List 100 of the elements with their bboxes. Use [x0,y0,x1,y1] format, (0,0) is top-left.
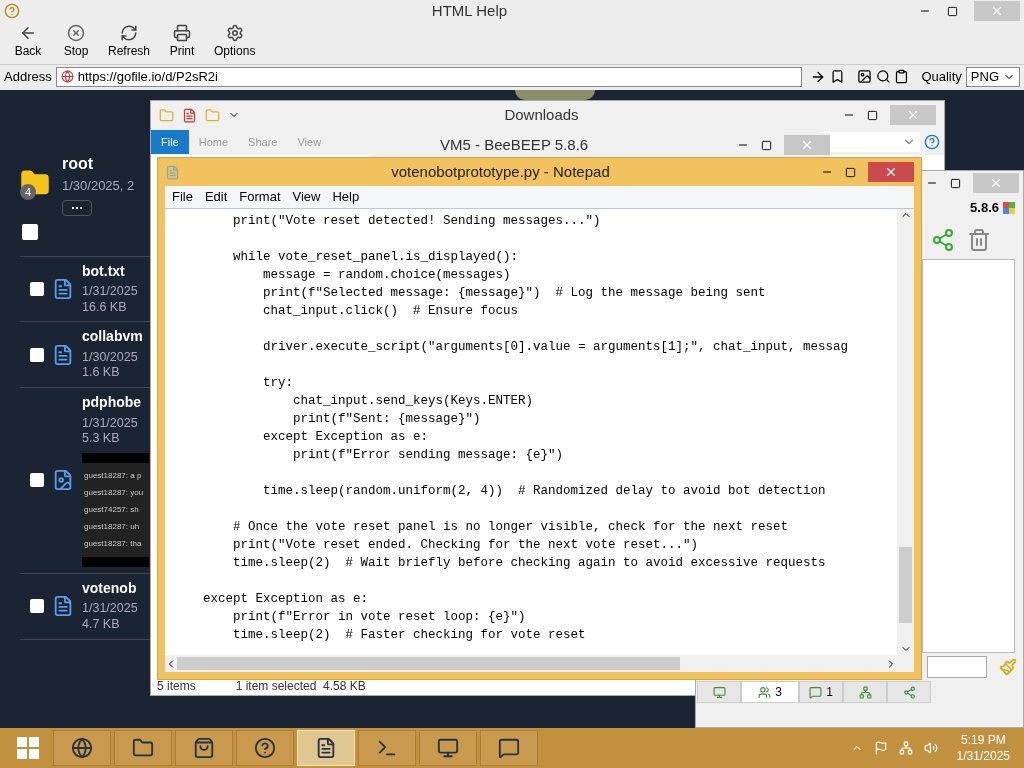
horizontal-scrollbar[interactable] [165,655,914,672]
preview-text: guest18287: tha [84,538,143,549]
monitor-icon[interactable] [712,685,726,699]
monitor-icon[interactable] [437,737,459,759]
checkbox[interactable] [30,473,44,488]
gear-icon[interactable] [225,24,244,42]
checkbox[interactable] [22,223,38,240]
checkbox[interactable] [30,347,44,362]
toolbar-button[interactable]: Back [8,24,48,60]
menu-item[interactable]: View [287,187,326,207]
folder-icon [159,107,174,123]
scroll-thumb[interactable] [177,657,680,670]
taskbar-button[interactable] [236,730,294,766]
window-title: VM5 - BeeBEEP 5.8.6 [440,135,589,153]
address-label: Address [4,67,52,86]
bookmark-icon[interactable] [829,69,845,84]
printer-icon[interactable] [173,24,192,42]
file-date: 1/30/2025 [82,349,139,366]
maximize-icon[interactable] [845,166,856,178]
network-icon[interactable] [898,741,913,755]
chat-icon[interactable] [498,737,520,759]
image-file-icon [52,469,74,492]
shopping-bag-icon[interactable] [193,737,215,759]
close-button[interactable] [868,162,914,182]
menu-item[interactable]: File [167,187,198,207]
quality-select[interactable]: PNG [965,66,1020,87]
toolbar-button[interactable]: Stop [56,24,96,60]
window-title: HTML Help [431,1,508,19]
checkbox[interactable] [30,599,44,614]
file-size: 5.3 KB [82,431,121,447]
code-line: print("Vote reset ended. Checking for the next vote reset...") [232,537,699,554]
find-icon[interactable] [875,69,891,84]
chat-icon[interactable] [809,685,823,699]
taskbar-button[interactable] [175,730,233,766]
help-icon[interactable] [924,134,940,150]
menu-item[interactable]: Help [327,187,365,207]
scroll-thumb[interactable] [899,547,912,623]
code-line: time.sleep(2) # Wait briefly before checking again to avoid excessive requests [232,555,826,572]
code-line: try: [262,375,294,392]
file-date: 1/31/2025 [82,284,138,300]
checkbox[interactable] [30,281,44,296]
taskbar-button[interactable] [480,730,538,766]
more-button[interactable] [62,199,92,216]
clipboard-icon[interactable] [894,69,910,84]
panel-tab[interactable]: 1 [799,681,843,703]
trash-icon[interactable] [967,228,991,252]
share-icon[interactable] [931,228,955,252]
address-field[interactable]: https://gofile.io/d/P2sR2i [55,66,802,87]
code-line: print(f"Error sending message: {e}") [292,447,564,464]
toolbar-button[interactable]: Print [162,24,203,60]
panel-tab[interactable] [887,681,931,703]
preview-text: guest18287: uh [84,521,141,532]
speaker-icon[interactable] [923,741,938,755]
notepad-icon [165,164,180,180]
users-icon[interactable] [758,685,772,699]
maximize-icon[interactable] [950,177,961,189]
taskbar-button[interactable] [114,730,172,766]
code-line: time.sleep(random.uniform(2, 4)) # Randomized delay to avoid bot detection [262,483,826,500]
taskbar-button[interactable] [419,730,477,766]
code-line: print(f"Error in vote reset loop: {e}") [232,609,526,626]
item-count-badge: 4 [20,184,36,200]
menu-item[interactable]: Format [234,187,286,207]
version-label: 5.8.6 [970,199,999,218]
menu-item[interactable]: Edit [199,187,233,207]
taskbar-button[interactable] [53,730,111,766]
message-field[interactable] [927,656,987,678]
help-icon[interactable] [254,737,276,759]
flag-icon[interactable] [873,741,888,755]
code-line: except Exception as e: [262,429,429,446]
file-size: 4.7 KB [82,616,121,633]
code-line: print(f"Sent: {message}") [292,411,481,428]
globe-icon[interactable] [71,737,93,759]
ribbon-tab[interactable]: File [151,130,189,154]
broom-icon[interactable] [999,658,1017,676]
maximize-icon[interactable] [947,5,958,17]
properties-icon[interactable] [182,107,197,123]
flag-icon [1003,202,1015,214]
file-name[interactable]: collabvm [82,328,143,346]
toolbar-button[interactable]: Refresh [104,24,155,60]
panel-tab[interactable] [843,681,887,703]
vertical-scrollbar[interactable] [897,209,914,655]
stop-icon[interactable] [67,24,85,42]
preview-text: guest18287: you [84,487,145,498]
network-icon[interactable] [858,685,872,699]
toolbar-button[interactable]: Options [210,24,260,60]
folder-icon[interactable] [132,737,154,759]
file-name[interactable]: bot.txt [82,262,138,280]
file-name[interactable]: votenob [82,579,138,598]
picture-icon[interactable] [856,69,872,84]
file-name[interactable]: pdphobe [82,394,149,412]
share-icon[interactable] [902,685,916,699]
maximize-icon[interactable] [867,109,878,121]
maximize-icon[interactable] [761,139,772,151]
folder-name: root [62,154,95,174]
panel-tab[interactable]: 3 [741,681,799,703]
refresh-icon[interactable] [120,24,138,42]
panel-tab[interactable] [697,681,741,703]
notepad-icon[interactable] [315,737,337,759]
code-line: print(f"Selected message: {message}") # Log the message being sent [262,285,766,302]
close-icon[interactable] [884,165,898,179]
